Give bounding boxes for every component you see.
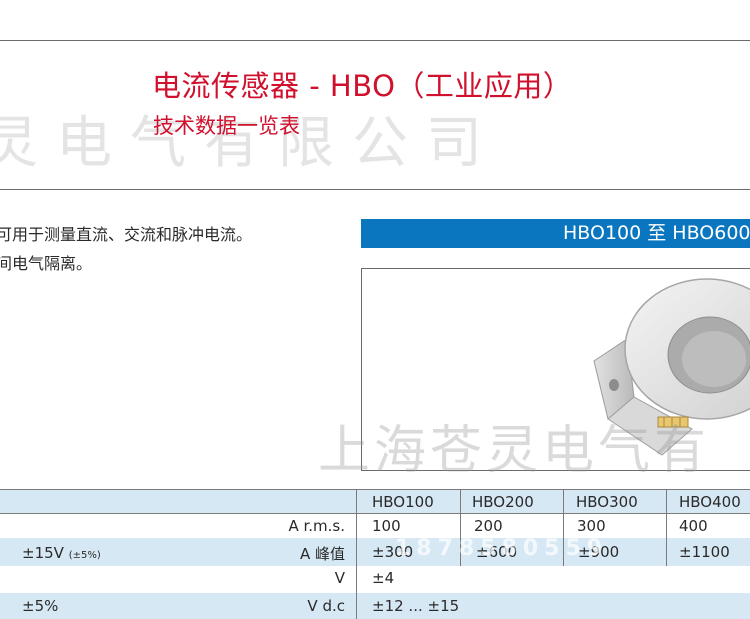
current-sensor-illustration — [593, 278, 750, 456]
table-row: ±5% V d.c ±12 ... ±15 — [0, 593, 750, 619]
value-cell: 200 — [474, 517, 503, 535]
section-rule — [0, 189, 750, 190]
column-divider — [666, 489, 667, 566]
param-value: ±15V — [22, 544, 64, 562]
column-header-hbo100: HBO100 — [372, 493, 434, 511]
value-cell: ±300 — [372, 543, 414, 561]
column-divider — [563, 489, 564, 566]
model-range-label: HBO100 至 HBO600 — [563, 222, 750, 244]
unit-cell: V — [334, 569, 345, 587]
unit-cell: A 峰值 — [299, 545, 345, 563]
value-cell: ±900 — [578, 543, 620, 561]
column-header-hbo300: HBO300 — [576, 493, 638, 511]
value-cell: ±12 ... ±15 — [372, 597, 460, 615]
column-divider — [356, 489, 357, 619]
intro-line-1: 可用于测量直流、交流和脉冲电流。 — [0, 225, 253, 244]
table-header-row: HBO100 HBO200 HBO300 HBO400 — [0, 489, 750, 514]
value-cell: ±1100 — [679, 543, 730, 561]
value-cell: ±4 — [372, 569, 395, 587]
unit-cell: V d.c — [307, 597, 345, 615]
table-row: A r.m.s. 100 200 300 400 — [0, 514, 750, 538]
value-cell: ±600 — [476, 543, 518, 561]
value-cell: 400 — [679, 517, 708, 535]
param-cell: ±15V (±5%) — [22, 544, 101, 562]
column-header-hbo400: HBO400 — [679, 493, 741, 511]
value-cell: 100 — [372, 517, 401, 535]
param-cell: ±5% — [22, 597, 59, 615]
intro-line-2: 间电气隔离。 — [0, 254, 93, 273]
spec-table: HBO100 HBO200 HBO300 HBO400 A r.m.s. 100… — [0, 489, 750, 619]
table-row: ±15V (±5%) A 峰值 ±300 ±600 ±900 ±1100 — [0, 538, 750, 566]
unit-cell: A r.m.s. — [288, 517, 345, 535]
column-divider — [460, 489, 461, 566]
product-image — [361, 268, 750, 471]
top-rule — [0, 40, 750, 41]
page-title: 电流传感器 - HBO（工业应用） — [152, 69, 573, 103]
page-subtitle: 技术数据一览表 — [153, 114, 300, 138]
model-range-bar: HBO100 至 HBO600 — [361, 219, 750, 248]
value-cell: 300 — [577, 517, 606, 535]
param-note: (±5%) — [68, 550, 101, 561]
column-header-hbo200: HBO200 — [472, 493, 534, 511]
table-row: V ±4 — [0, 566, 750, 593]
intro-text: 可用于测量直流、交流和脉冲电流。 间电气隔离。 — [0, 220, 252, 278]
